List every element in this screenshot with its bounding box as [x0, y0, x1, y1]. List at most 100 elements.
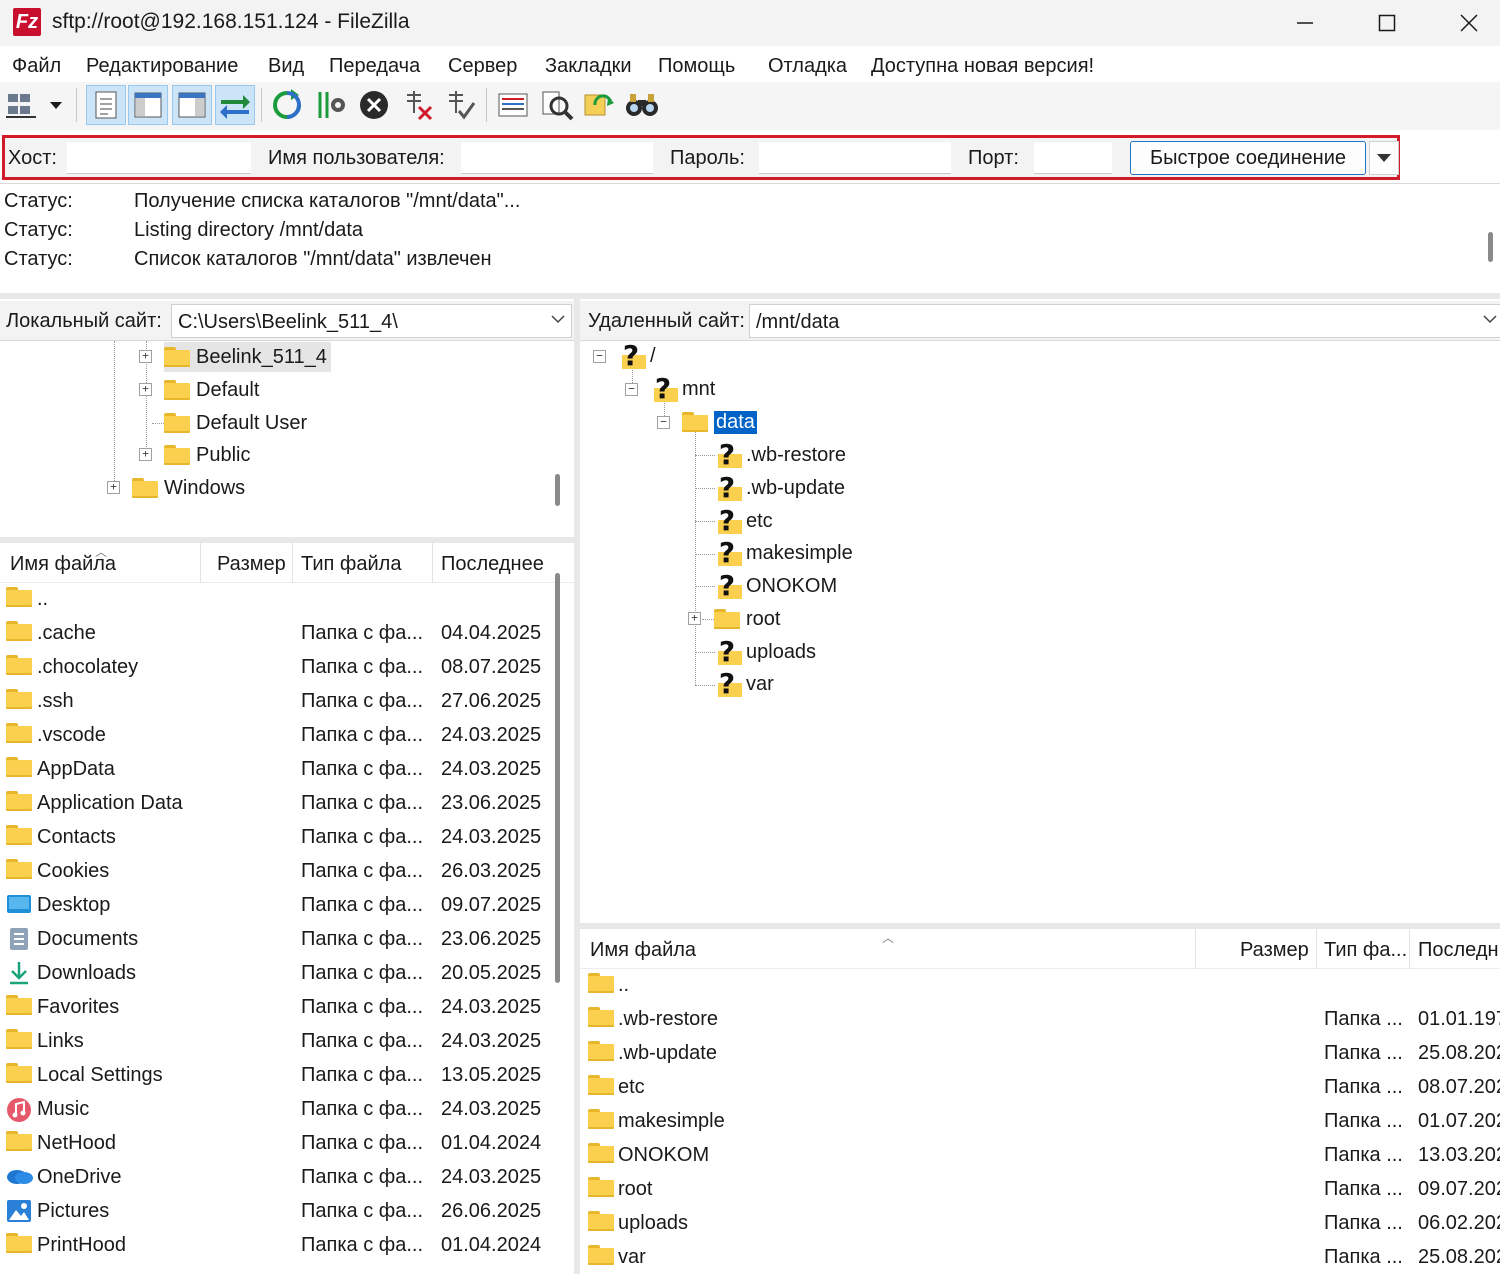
local-file-row[interactable]: .chocolatey Папка с фа... 08.07.2025	[0, 651, 574, 685]
tree-expander-plus-icon[interactable]: +	[139, 383, 152, 396]
tree-expander-minus-icon[interactable]: −	[593, 350, 606, 363]
remote-tree-node[interactable]: ? ONOKOM	[714, 571, 837, 601]
remote-tree-node[interactable]: ? makesimple	[714, 538, 853, 568]
menu-help[interactable]: Помощь	[658, 55, 735, 78]
search-remote-button[interactable]	[622, 85, 662, 125]
local-file-row[interactable]: Documents Папка с фа... 23.06.2025	[0, 923, 574, 957]
local-file-row[interactable]: Music Папка с фа... 24.03.2025	[0, 1093, 574, 1127]
column-divider[interactable]	[292, 543, 293, 583]
log-splitter[interactable]	[0, 293, 1500, 299]
column-header-name[interactable]: Имя файла	[590, 939, 696, 962]
site-manager-button[interactable]	[4, 85, 44, 125]
remote-tree-node[interactable]: ? /	[618, 341, 656, 371]
password-input[interactable]	[759, 142, 951, 174]
column-header-type[interactable]: Тип фа...	[1324, 939, 1407, 962]
cancel-button[interactable]	[354, 85, 394, 125]
directory-filters-button[interactable]	[493, 85, 533, 125]
local-file-row[interactable]: Desktop Папка с фа... 09.07.2025	[0, 889, 574, 923]
local-path-combobox[interactable]: C:\Users\Beelink_511_4\	[171, 304, 572, 338]
local-file-row[interactable]: Favorites Папка с фа... 24.03.2025	[0, 991, 574, 1025]
remote-file-row[interactable]: ..	[580, 969, 1500, 1003]
toggle-remote-tree-button[interactable]	[172, 85, 212, 125]
remote-file-row[interactable]: .wb-restore Папка ... 01.01.197	[580, 1003, 1500, 1037]
close-button[interactable]	[1428, 0, 1500, 46]
column-header-type[interactable]: Тип файла	[301, 553, 401, 576]
remote-file-row[interactable]: root Папка ... 09.07.202	[580, 1173, 1500, 1207]
local-tree-node[interactable]: Default	[164, 375, 259, 405]
remote-file-row[interactable]: makesimple Папка ... 01.07.202	[580, 1105, 1500, 1139]
remote-tree-node[interactable]: ? .wb-restore	[714, 440, 846, 470]
column-divider[interactable]	[1195, 929, 1196, 969]
tree-expander-plus-icon[interactable]: +	[139, 350, 152, 363]
menu-view[interactable]: Вид	[268, 55, 304, 78]
remote-tree-node[interactable]: ? .wb-update	[714, 473, 845, 503]
tree-expander-plus-icon[interactable]: +	[139, 448, 152, 461]
remote-tree-node[interactable]: root	[714, 604, 780, 634]
menu-bookmarks[interactable]: Закладки	[545, 55, 632, 78]
remote-tree-node[interactable]: ? uploads	[714, 637, 816, 667]
maximize-button[interactable]	[1346, 0, 1428, 46]
column-divider[interactable]	[432, 543, 433, 583]
local-file-row[interactable]: PrintHood Папка с фа... 01.04.2024	[0, 1229, 574, 1263]
column-header-name[interactable]: Имя файла	[10, 553, 116, 576]
chevron-down-icon[interactable]	[1482, 311, 1498, 327]
local-file-row[interactable]: .vscode Папка с фа... 24.03.2025	[0, 719, 574, 753]
refresh-button[interactable]	[267, 85, 307, 125]
local-file-row[interactable]: Contacts Папка с фа... 24.03.2025	[0, 821, 574, 855]
menu-server[interactable]: Сервер	[448, 55, 517, 78]
tree-expander-minus-icon[interactable]: −	[657, 416, 670, 429]
menu-debug[interactable]: Отладка	[768, 55, 847, 78]
local-file-row[interactable]: .ssh Папка с фа... 27.06.2025	[0, 685, 574, 719]
local-file-row[interactable]: ..	[0, 583, 574, 617]
site-manager-dropdown[interactable]	[44, 85, 68, 125]
local-file-row[interactable]: Downloads Папка с фа... 20.05.2025	[0, 957, 574, 991]
toggle-comparison-button[interactable]	[537, 85, 577, 125]
column-header-modified[interactable]: Последнее	[441, 553, 544, 576]
remote-file-row[interactable]: uploads Папка ... 06.02.202	[580, 1207, 1500, 1241]
local-file-row[interactable]: Local Settings Папка с фа... 13.05.2025	[0, 1059, 574, 1093]
tree-expander-plus-icon[interactable]: +	[688, 612, 701, 625]
reconnect-button[interactable]	[440, 85, 480, 125]
port-input[interactable]	[1034, 142, 1112, 174]
column-divider[interactable]	[200, 543, 201, 583]
menu-file[interactable]: Файл	[12, 55, 61, 78]
remote-file-row[interactable]: ONOKOM Папка ... 13.03.202	[580, 1139, 1500, 1173]
local-tree-node[interactable]: Beelink_511_4	[164, 342, 331, 372]
local-tree-node[interactable]: Windows	[132, 473, 245, 503]
local-file-row[interactable]: OneDrive Папка с фа... 24.03.2025	[0, 1161, 574, 1195]
log-scrollbar[interactable]	[1488, 232, 1493, 262]
local-file-row[interactable]: Links Папка с фа... 24.03.2025	[0, 1025, 574, 1059]
quickconnect-button[interactable]: Быстрое соединение	[1130, 141, 1366, 175]
toggle-log-button[interactable]	[86, 85, 126, 125]
toggle-transfer-queue-button[interactable]	[215, 85, 255, 125]
tree-expander-plus-icon[interactable]: +	[107, 481, 120, 494]
local-tree-node[interactable]: Default User	[164, 408, 307, 438]
local-file-row[interactable]: NetHood Папка с фа... 01.04.2024	[0, 1127, 574, 1161]
local-list-scrollbar[interactable]	[555, 573, 560, 983]
remote-tree-node[interactable]: ? etc	[714, 506, 773, 536]
local-file-row[interactable]: AppData Папка с фа... 24.03.2025	[0, 753, 574, 787]
remote-file-row[interactable]: .wb-update Папка ... 25.08.202	[580, 1037, 1500, 1071]
column-header-size[interactable]: Размер	[1240, 939, 1309, 962]
disconnect-button[interactable]	[398, 85, 438, 125]
quickconnect-history-dropdown[interactable]	[1369, 141, 1399, 175]
menu-new-version[interactable]: Доступна новая версия!	[871, 55, 1094, 78]
local-file-row[interactable]: .cache Папка с фа... 04.04.2025	[0, 617, 574, 651]
remote-tree-node[interactable]: ? var	[714, 669, 774, 699]
column-header-modified[interactable]: Последн	[1418, 939, 1499, 962]
column-divider[interactable]	[1316, 929, 1317, 969]
host-input[interactable]	[67, 142, 251, 174]
remote-file-row[interactable]: etc Папка ... 08.07.202	[580, 1071, 1500, 1105]
chevron-down-icon[interactable]	[550, 311, 566, 327]
remote-tree-node[interactable]: ? mnt	[650, 374, 715, 404]
process-queue-button[interactable]	[311, 85, 351, 125]
local-file-row[interactable]: Cookies Папка с фа... 26.03.2025	[0, 855, 574, 889]
toggle-local-tree-button[interactable]	[128, 85, 168, 125]
synchronized-browsing-button[interactable]	[580, 85, 620, 125]
remote-tree-node-selected[interactable]: data	[682, 407, 757, 437]
column-divider[interactable]	[1409, 929, 1410, 969]
tree-expander-minus-icon[interactable]: −	[625, 383, 638, 396]
local-file-row[interactable]: Application Data Папка с фа... 23.06.2025	[0, 787, 574, 821]
menu-transfer[interactable]: Передача	[329, 55, 420, 78]
local-tree-node[interactable]: Public	[164, 440, 250, 470]
